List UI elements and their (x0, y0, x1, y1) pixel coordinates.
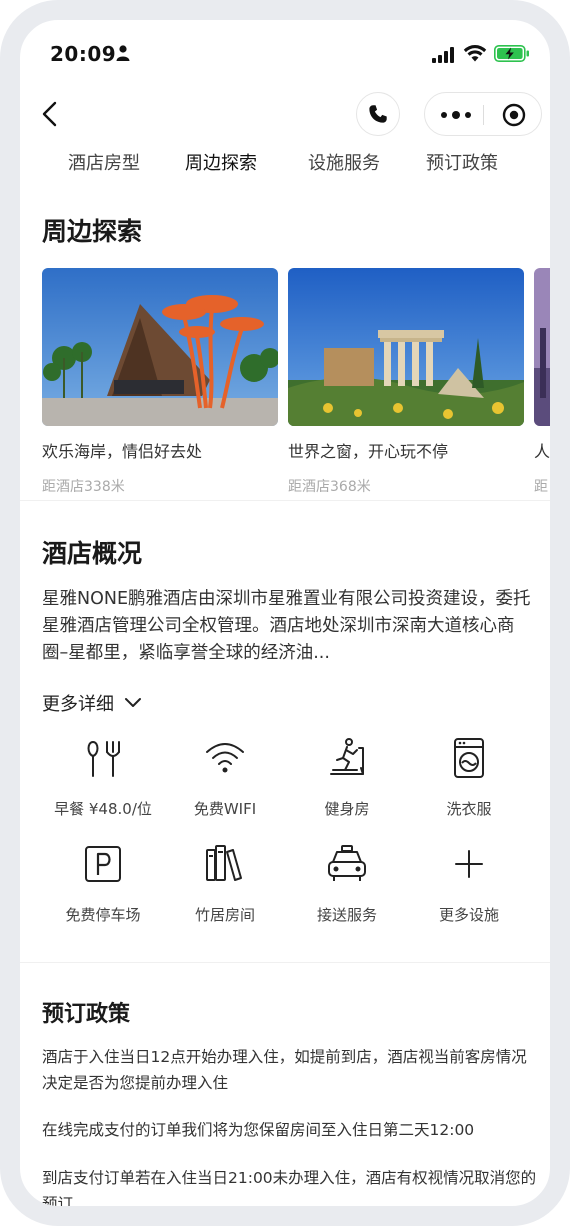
plus-icon (455, 850, 483, 878)
facility-room[interactable]: 竹居房间 (164, 842, 286, 925)
tab-nearby-explore[interactable]: 周边探索 (185, 148, 257, 182)
explore-cards: 欢乐海岸，情侣好去处 距酒店338米 世界之窗，开心玩不停 距酒店368米 人 … (42, 268, 550, 498)
policy-title: 预订政策 (42, 1002, 131, 1027)
back-button[interactable] (38, 100, 64, 128)
card-photo (288, 268, 524, 426)
card-title: 人 (534, 442, 550, 461)
wifi-icon (206, 743, 244, 773)
overview-title: 酒店概况 (42, 539, 143, 568)
mini-program-capsule (424, 92, 542, 136)
section-tabs: 酒店房型 周边探索 设施服务 预订政策 (20, 148, 550, 188)
more-details-button[interactable]: 更多详细 (42, 690, 142, 716)
more-menu-icon[interactable] (441, 105, 471, 125)
treadmill-icon (330, 738, 364, 775)
taxi-icon (328, 845, 366, 881)
facility-laundry[interactable]: 洗衣服 (408, 736, 530, 819)
tab-booking-policy[interactable]: 预订政策 (426, 148, 498, 182)
facility-wifi[interactable]: 免费WIFI (164, 736, 286, 819)
card-distance: 距酒店338米 (42, 479, 125, 495)
card-photo (42, 268, 278, 426)
facility-label: 健身房 (324, 800, 370, 818)
battery-icon (494, 45, 529, 62)
facility-label: 免费WIFI (193, 800, 257, 818)
signal-icon (432, 47, 454, 63)
explore-title: 周边探索 (42, 217, 143, 246)
facility-shuttle[interactable]: 接送服务 (286, 842, 408, 925)
card-photo (534, 268, 550, 426)
card-title: 欢乐海岸，情侣好去处 (42, 442, 203, 461)
explore-card[interactable]: 世界之窗，开心玩不停 距酒店368米 (288, 268, 524, 496)
parking-icon (85, 846, 121, 882)
policy-paragraph: 酒店于入住当日12点开始办理入住，如提前到店，酒店视当前客房情况决定是否为您提前… (42, 1048, 527, 1092)
facility-label: 洗衣服 (446, 800, 492, 818)
facility-label: 接送服务 (316, 906, 377, 924)
card-title: 世界之窗，开心玩不停 (288, 442, 449, 461)
facility-gym[interactable]: 健身房 (286, 736, 408, 819)
status-bar: 20:09 (20, 20, 550, 88)
facility-label: 更多设施 (438, 906, 499, 924)
more-details-label: 更多详细 (42, 694, 114, 715)
overview-description: 星雅NONE鹏雅酒店由深圳市星雅置业有限公司投资建设，委托星雅酒店管理公司全权管… (42, 589, 531, 663)
status-time: 20:09 (50, 42, 117, 66)
facility-label: 早餐 ¥48.0/位 (54, 800, 152, 818)
utensils-icon (87, 740, 120, 777)
card-distance: 距酒店368米 (288, 479, 371, 495)
call-button[interactable] (356, 92, 400, 136)
facility-more[interactable]: 更多设施 (408, 842, 530, 925)
card-distance: 距 (534, 479, 548, 495)
policy-paragraph: 到店支付订单若在入住当日21:00未办理入住，酒店有权视情况取消您的预订 (42, 1169, 537, 1206)
wifi-status-icon (463, 45, 487, 62)
facility-label: 免费停车场 (65, 906, 141, 924)
facility-label: 竹居房间 (194, 906, 255, 924)
chevron-down-icon (125, 698, 141, 707)
close-mini-program-icon[interactable] (502, 103, 526, 127)
explore-card[interactable]: 人 距 (534, 268, 550, 496)
explore-card[interactable]: 欢乐海岸，情侣好去处 距酒店338米 (42, 268, 278, 496)
app-screen: 20:09 酒店房型 周边探索 设施服务 预订政策 周边探索 欢乐海岸，情侣好去… (20, 20, 550, 1206)
facility-parking[interactable]: 免费停车场 (42, 842, 164, 925)
phone-icon (369, 105, 387, 123)
policy-paragraph: 在线完成支付的订单我们将为您保留房间至入住日第二天12:00 (42, 1121, 475, 1139)
person-icon (116, 45, 130, 61)
tab-facilities[interactable]: 设施服务 (308, 148, 380, 182)
tab-room-types[interactable]: 酒店房型 (68, 148, 140, 182)
books-icon (206, 845, 242, 881)
facility-breakfast[interactable]: 早餐 ¥48.0/位 (42, 736, 164, 819)
washing-machine-icon (454, 738, 484, 778)
